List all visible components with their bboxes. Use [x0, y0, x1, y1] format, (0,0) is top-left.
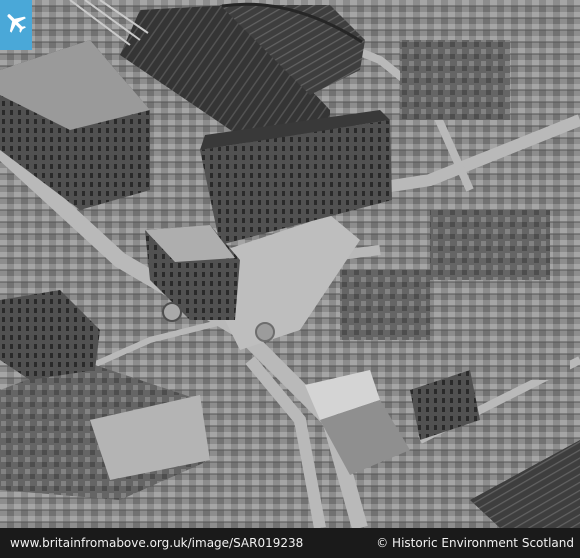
copyright-text: © Historic Environment Scotland — [376, 536, 574, 550]
airplane-logo-badge — [0, 0, 32, 50]
image-frame: www.britainfromabove.org.uk/image/SAR019… — [0, 0, 580, 558]
aerial-city-scene — [0, 0, 580, 528]
image-url-text: www.britainfromabove.org.uk/image/SAR019… — [10, 536, 304, 550]
aerial-photograph — [0, 0, 580, 528]
caption-bar: www.britainfromabove.org.uk/image/SAR019… — [0, 528, 580, 558]
airplane-icon — [7, 14, 26, 33]
